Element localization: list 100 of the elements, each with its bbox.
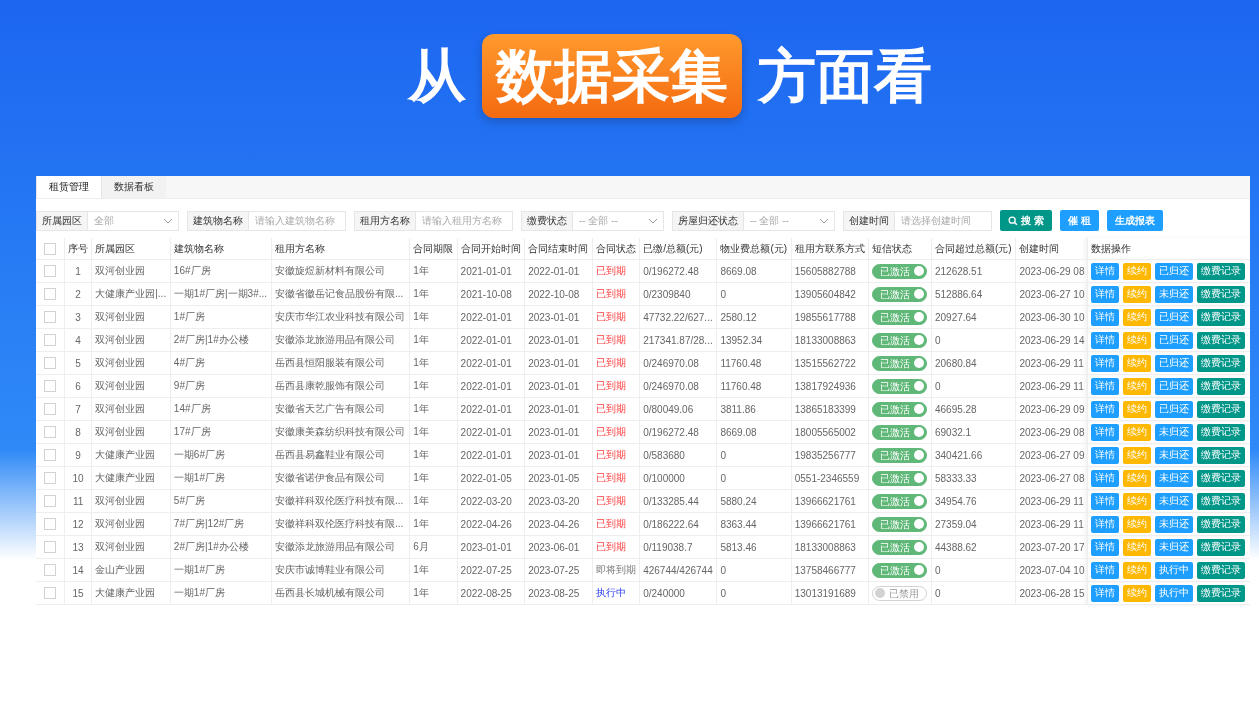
- row-action-button[interactable]: 续约: [1123, 538, 1152, 556]
- action-button[interactable]: 催 租: [1059, 210, 1099, 231]
- tab[interactable]: 数据看板: [102, 176, 166, 198]
- toggle-switch[interactable]: 已激活: [872, 309, 928, 325]
- checkbox[interactable]: [44, 495, 56, 507]
- row-action-button[interactable]: 已归还: [1155, 354, 1194, 372]
- action-button[interactable]: 生成报表: [1106, 210, 1163, 231]
- checkbox[interactable]: [44, 541, 56, 553]
- toggle-switch[interactable]: 已激活: [872, 470, 928, 486]
- row-action-button[interactable]: 缴费记录: [1197, 561, 1246, 579]
- tab[interactable]: 租赁管理: [36, 176, 102, 198]
- toggle-switch[interactable]: 已激活: [872, 378, 928, 394]
- checkbox[interactable]: [44, 587, 56, 599]
- checkbox[interactable]: [44, 334, 56, 346]
- toggle-switch[interactable]: 已激活: [872, 539, 928, 555]
- row-action-button[interactable]: 缴费记录: [1197, 354, 1246, 372]
- row-action-button[interactable]: 续约: [1123, 262, 1152, 280]
- row-action-button[interactable]: 已归还: [1155, 262, 1194, 280]
- toggle-switch[interactable]: 已激活: [872, 286, 928, 302]
- row-action-button[interactable]: 续约: [1123, 331, 1152, 349]
- row-action-button[interactable]: 详情: [1091, 584, 1120, 602]
- toggle-switch[interactable]: 已激活: [872, 401, 928, 417]
- select-field[interactable]: -- 全部 --: [572, 210, 664, 231]
- row-action-button[interactable]: 缴费记录: [1197, 469, 1246, 487]
- row-action-button[interactable]: 详情: [1091, 354, 1120, 372]
- checkbox[interactable]: [44, 311, 56, 323]
- toggle-switch[interactable]: 已激活: [872, 562, 928, 578]
- row-action-button[interactable]: 执行中: [1155, 584, 1194, 602]
- row-action-button[interactable]: 详情: [1091, 285, 1120, 303]
- row-action-button[interactable]: 详情: [1091, 262, 1120, 280]
- row-action-button[interactable]: 续约: [1123, 354, 1152, 372]
- row-action-button[interactable]: 未归还: [1155, 515, 1194, 533]
- row-action-button[interactable]: 续约: [1123, 515, 1152, 533]
- checkbox[interactable]: [44, 518, 56, 530]
- row-action-button[interactable]: 缴费记录: [1197, 492, 1246, 510]
- checkbox[interactable]: [44, 472, 56, 484]
- checkbox[interactable]: [44, 403, 56, 415]
- checkbox[interactable]: [44, 564, 56, 576]
- row-action-button[interactable]: 未归还: [1155, 469, 1194, 487]
- checkbox[interactable]: [44, 357, 56, 369]
- row-action-button[interactable]: 执行中: [1155, 561, 1194, 579]
- toggle-switch[interactable]: 已激活: [872, 263, 928, 279]
- row-action-button[interactable]: 详情: [1091, 400, 1120, 418]
- checkbox[interactable]: [44, 380, 56, 392]
- toggle-switch[interactable]: 已禁用: [872, 585, 928, 601]
- row-action-button[interactable]: 续约: [1123, 400, 1152, 418]
- row-action-button[interactable]: 缴费记录: [1197, 515, 1246, 533]
- row-action-button[interactable]: 续约: [1123, 446, 1152, 464]
- row-action-button[interactable]: 缴费记录: [1197, 538, 1246, 556]
- input-field[interactable]: 请选择创建时间: [894, 210, 992, 231]
- row-action-button[interactable]: 已归还: [1155, 377, 1194, 395]
- toggle-switch[interactable]: 已激活: [872, 424, 928, 440]
- row-action-button[interactable]: 续约: [1123, 584, 1152, 602]
- row-action-button[interactable]: 缴费记录: [1197, 423, 1246, 441]
- row-action-button[interactable]: 详情: [1091, 561, 1120, 579]
- row-action-button[interactable]: 已归还: [1155, 331, 1194, 349]
- row-action-button[interactable]: 未归还: [1155, 446, 1194, 464]
- row-action-button[interactable]: 缴费记录: [1197, 331, 1246, 349]
- row-action-button[interactable]: 详情: [1091, 308, 1120, 326]
- row-action-button[interactable]: 未归还: [1155, 538, 1194, 556]
- toggle-switch[interactable]: 已激活: [872, 516, 928, 532]
- row-action-button[interactable]: 缴费记录: [1197, 285, 1246, 303]
- select-field[interactable]: -- 全部 --: [743, 210, 835, 231]
- select-field[interactable]: 全部: [87, 210, 179, 231]
- row-action-button[interactable]: 已归还: [1155, 308, 1194, 326]
- row-action-button[interactable]: 缴费记录: [1197, 262, 1246, 280]
- row-action-button[interactable]: 续约: [1123, 561, 1152, 579]
- checkbox[interactable]: [44, 265, 56, 277]
- row-action-button[interactable]: 续约: [1123, 285, 1152, 303]
- checkbox[interactable]: [44, 288, 56, 300]
- toggle-switch[interactable]: 已激活: [872, 355, 928, 371]
- row-action-button[interactable]: 缴费记录: [1197, 446, 1246, 464]
- row-action-button[interactable]: 详情: [1091, 446, 1120, 464]
- search-button[interactable]: 搜 索: [1000, 210, 1052, 231]
- row-action-button[interactable]: 未归还: [1155, 423, 1194, 441]
- row-action-button[interactable]: 缴费记录: [1197, 584, 1246, 602]
- row-action-button[interactable]: 缴费记录: [1197, 400, 1246, 418]
- row-action-button[interactable]: 缴费记录: [1197, 308, 1246, 326]
- checkbox[interactable]: [44, 242, 56, 255]
- row-action-button[interactable]: 续约: [1123, 492, 1152, 510]
- row-action-button[interactable]: 详情: [1091, 538, 1120, 556]
- checkbox[interactable]: [44, 426, 56, 438]
- row-action-button[interactable]: 已归还: [1155, 400, 1194, 418]
- input-field[interactable]: 请输入租用方名称: [415, 210, 513, 231]
- row-action-button[interactable]: 详情: [1091, 377, 1120, 395]
- toggle-switch[interactable]: 已激活: [872, 447, 928, 463]
- row-action-button[interactable]: 详情: [1091, 423, 1120, 441]
- row-action-button[interactable]: 续约: [1123, 423, 1152, 441]
- toggle-switch[interactable]: 已激活: [872, 332, 928, 348]
- row-action-button[interactable]: 未归还: [1155, 492, 1194, 510]
- row-action-button[interactable]: 续约: [1123, 377, 1152, 395]
- row-action-button[interactable]: 详情: [1091, 492, 1120, 510]
- row-action-button[interactable]: 详情: [1091, 515, 1120, 533]
- row-action-button[interactable]: 续约: [1123, 308, 1152, 326]
- input-field[interactable]: 请输入建筑物名称: [248, 210, 346, 231]
- row-action-button[interactable]: 缴费记录: [1197, 377, 1246, 395]
- row-action-button[interactable]: 详情: [1091, 331, 1120, 349]
- row-action-button[interactable]: 详情: [1091, 469, 1120, 487]
- checkbox[interactable]: [44, 449, 56, 461]
- toggle-switch[interactable]: 已激活: [872, 493, 928, 509]
